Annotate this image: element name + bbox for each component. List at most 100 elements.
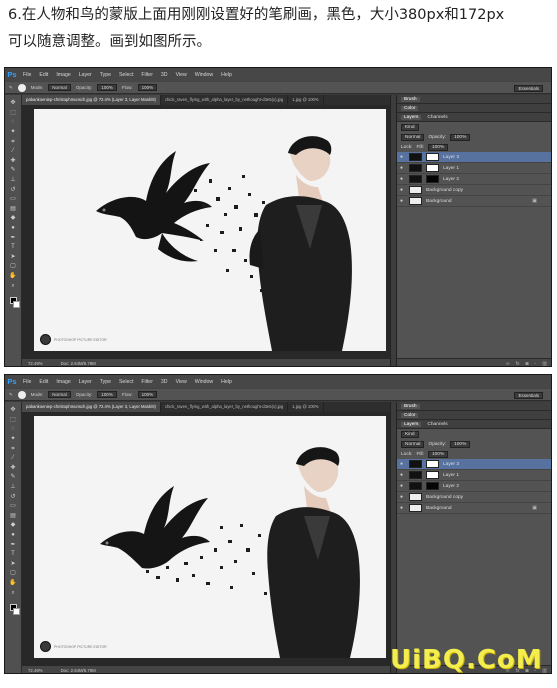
menu-filter[interactable]: Filter	[137, 379, 157, 385]
layer-mask-thumbnail[interactable]	[426, 471, 439, 479]
brush-tool-icon[interactable]: ✎	[8, 474, 18, 481]
zoom-tool-icon[interactable]: ⌕	[8, 590, 18, 597]
opacity-input[interactable]: 100%	[97, 84, 117, 91]
fill-input[interactable]: 100%	[427, 143, 449, 151]
eye-icon[interactable]: ●	[400, 176, 405, 182]
shape-tool-icon[interactable]: ▢	[8, 570, 18, 577]
document-tab[interactable]: chick_raven_flying_with_alpha_layer_by_n…	[161, 402, 289, 412]
dodge-tool-icon[interactable]: ●	[8, 532, 18, 539]
layer-row[interactable]: ● Layer 2	[397, 481, 551, 492]
add-mask-icon[interactable]: ◙	[525, 361, 528, 367]
mode-select[interactable]: Normal	[48, 84, 71, 91]
eye-icon[interactable]: ●	[400, 154, 405, 160]
flow-input[interactable]: 100%	[137, 84, 158, 91]
document-tab-active[interactable]: pabankoeniep-christophmunsch.jpg @ 72.4%…	[22, 95, 161, 105]
layer-row[interactable]: ● Layer 3	[397, 152, 551, 163]
shape-tool-icon[interactable]: ▢	[8, 263, 18, 270]
quick-select-tool-icon[interactable]: ✦	[8, 129, 18, 136]
menu-file[interactable]: File	[19, 72, 35, 78]
eyedropper-tool-icon[interactable]: ⁄	[8, 148, 18, 155]
opacity-input[interactable]: 100%	[97, 391, 117, 398]
path-select-tool-icon[interactable]: ➤	[8, 561, 18, 568]
menu-type[interactable]: Type	[96, 72, 115, 78]
zoom-level[interactable]: 72.49%	[28, 668, 43, 673]
menu-window[interactable]: Window	[191, 72, 217, 78]
layer-opacity-input[interactable]: 100%	[450, 440, 471, 448]
layer-mask-thumbnail[interactable]	[426, 153, 439, 161]
menu-select[interactable]: Select	[115, 72, 137, 78]
brush-preset-icon[interactable]	[17, 390, 26, 399]
layer-mask-thumbnail[interactable]	[426, 460, 439, 468]
history-brush-tool-icon[interactable]: ↺	[8, 187, 18, 194]
blend-mode-select[interactable]: Normal	[401, 133, 425, 141]
menu-filter[interactable]: Filter	[137, 72, 157, 78]
quick-select-tool-icon[interactable]: ✦	[8, 436, 18, 443]
gradient-tool-icon[interactable]: ▤	[8, 206, 18, 213]
document-canvas[interactable]: PHOTOSHOP PICTURE EDITOR	[34, 109, 386, 351]
dodge-tool-icon[interactable]: ●	[8, 225, 18, 232]
menu-3d[interactable]: 3D	[157, 379, 172, 385]
menu-image[interactable]: Image	[52, 379, 74, 385]
eye-icon[interactable]: ●	[400, 494, 405, 500]
mode-select[interactable]: Normal	[48, 391, 71, 398]
menu-edit[interactable]: Edit	[35, 72, 52, 78]
menu-view[interactable]: View	[172, 72, 191, 78]
tab-channels[interactable]: Channels	[427, 422, 447, 427]
menu-file[interactable]: File	[19, 379, 35, 385]
document-tab-active[interactable]: pabankoeniep-christophmunsch.jpg @ 72.4%…	[22, 402, 161, 412]
type-tool-icon[interactable]: T	[8, 551, 18, 558]
history-brush-tool-icon[interactable]: ↺	[8, 494, 18, 501]
move-tool-icon[interactable]: ✥	[8, 407, 18, 414]
layer-row[interactable]: ● Layer 1	[397, 163, 551, 174]
marquee-tool-icon[interactable]: ⬚	[8, 110, 18, 117]
document-canvas[interactable]: PHOTOSHOP PICTURE EDITOR	[34, 416, 386, 658]
menu-edit[interactable]: Edit	[35, 379, 52, 385]
layer-opacity-input[interactable]: 100%	[450, 133, 471, 141]
pen-tool-icon[interactable]: ✒	[8, 235, 18, 242]
workspace-select[interactable]: Essentials	[514, 392, 543, 399]
flow-input[interactable]: 100%	[137, 391, 158, 398]
path-select-tool-icon[interactable]: ➤	[8, 254, 18, 261]
healing-tool-icon[interactable]: ✚	[8, 158, 18, 165]
layer-row[interactable]: ● Background ▣	[397, 196, 551, 207]
brush-tool-icon[interactable]: ✎	[9, 85, 13, 91]
tab-brush[interactable]: Brush	[401, 96, 420, 102]
eye-icon[interactable]: ●	[400, 483, 405, 489]
workspace-select[interactable]: Essentials	[514, 85, 543, 92]
menu-window[interactable]: Window	[191, 379, 217, 385]
brush-preset-icon[interactable]	[17, 83, 26, 92]
brush-tool-icon[interactable]: ✎	[8, 167, 18, 174]
eraser-tool-icon[interactable]: ▭	[8, 503, 18, 510]
new-layer-icon[interactable]: ▫	[534, 361, 536, 367]
menu-layer[interactable]: Layer	[75, 379, 96, 385]
layer-row[interactable]: ● Background ▣	[397, 503, 551, 514]
layer-row[interactable]: ● Layer 3	[397, 459, 551, 470]
menu-help[interactable]: Help	[217, 379, 236, 385]
stamp-tool-icon[interactable]: ⊥	[8, 484, 18, 491]
gradient-tool-icon[interactable]: ▤	[8, 513, 18, 520]
eye-icon[interactable]: ●	[400, 198, 405, 204]
layer-row[interactable]: ● Layer 1	[397, 470, 551, 481]
blur-tool-icon[interactable]: ◆	[8, 215, 18, 222]
blur-tool-icon[interactable]: ◆	[8, 522, 18, 529]
hand-tool-icon[interactable]: ✋	[8, 273, 18, 280]
trash-icon[interactable]: ▥	[542, 361, 547, 367]
tab-color[interactable]: Color	[401, 412, 419, 418]
lasso-tool-icon[interactable]: ◌	[8, 426, 18, 433]
tab-color[interactable]: Color	[401, 105, 419, 111]
blend-mode-select[interactable]: Normal	[401, 440, 425, 448]
fx-icon[interactable]: fx	[516, 361, 520, 367]
eye-icon[interactable]: ●	[400, 461, 405, 467]
stamp-tool-icon[interactable]: ⊥	[8, 177, 18, 184]
tab-layers[interactable]: Layers	[401, 114, 422, 120]
eyedropper-tool-icon[interactable]: ⁄	[8, 455, 18, 462]
background-color-swatch[interactable]	[12, 300, 20, 308]
menu-image[interactable]: Image	[52, 72, 74, 78]
zoom-level[interactable]: 72.49%	[28, 361, 43, 366]
eye-icon[interactable]: ●	[400, 472, 405, 478]
marquee-tool-icon[interactable]: ⬚	[8, 417, 18, 424]
eye-icon[interactable]: ●	[400, 187, 405, 193]
kind-filter-select[interactable]: Kind	[401, 430, 419, 438]
background-color-swatch[interactable]	[12, 607, 20, 615]
tab-layers[interactable]: Layers	[401, 421, 422, 427]
